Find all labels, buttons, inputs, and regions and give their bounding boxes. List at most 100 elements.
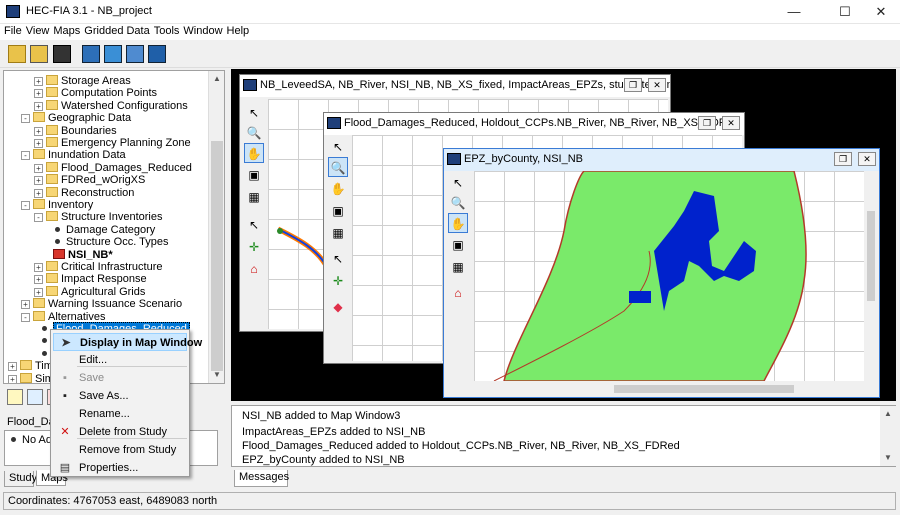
close-map-window-3[interactable]: ✕ [858,152,876,166]
zoom-tool-icon[interactable]: 🔍 [244,123,264,143]
open-folder-icon[interactable] [8,45,26,63]
collapse-icon[interactable]: - [21,312,30,322]
pan-tool-icon[interactable]: ✋ [328,179,348,199]
close-map-window-1[interactable]: ✕ [648,78,666,92]
h-scrollbar[interactable] [474,383,864,395]
zoom-tool-icon[interactable]: 🔍 [328,157,348,177]
menu-item-rename[interactable]: Rename... [53,405,187,423]
tree-node[interactable]: - Inventory [21,199,93,211]
tree-node[interactable]: - Structure Inventories [34,211,163,223]
tree-node[interactable]: + FDRed_wOrigXS [34,174,145,186]
new-folder-icon[interactable] [30,45,48,63]
pointer-tool-icon[interactable]: ↖ [244,103,264,123]
tree-node[interactable]: - Inundation Data [21,149,126,161]
collapse-icon[interactable]: - [34,213,43,223]
scroll-down-icon[interactable]: ▼ [209,367,225,383]
refresh-map-icon[interactable] [104,45,122,63]
collapse-icon[interactable]: - [21,201,30,210]
tree-node[interactable]: + Emergency Planning Zone [34,137,191,149]
point-tool-icon[interactable]: ✛ [328,271,348,291]
expand-icon[interactable]: + [8,362,17,372]
zoom-tool-icon[interactable]: 🔍 [448,193,468,213]
select-tool-icon[interactable]: ↖ [328,249,348,269]
expand-icon[interactable]: + [34,287,43,297]
scroll-up-icon[interactable]: ▲ [209,71,225,87]
minimize-button[interactable]: — [773,0,815,24]
pan-tool-icon[interactable]: ✋ [448,213,468,233]
tile-windows-icon[interactable] [148,45,166,63]
map-window-icon[interactable] [82,45,100,63]
restore-button[interactable]: ❐ [624,78,642,92]
tree-node[interactable]: + Computation Points [34,87,157,99]
tree-node[interactable]: Damage Category [47,224,155,236]
tree-node[interactable]: + Sim [8,372,54,383]
tab-messages[interactable]: Messages [234,470,289,487]
expand-icon[interactable]: + [34,89,43,99]
menu-maps[interactable]: Maps [49,24,80,37]
point-tool-icon[interactable]: ✛ [244,237,264,257]
close-map-window-2[interactable]: ✕ [722,116,740,130]
tree-node[interactable]: NSI_NB* [47,248,113,261]
expand-icon[interactable]: + [8,374,17,383]
info-tool-icon[interactable]: ▣ [244,165,264,185]
restore-button[interactable]: ❐ [834,152,852,166]
home-tool-icon[interactable]: ⌂ [448,283,468,303]
menu-help[interactable]: Help [223,24,250,37]
scroll-thumb[interactable] [614,385,794,393]
info-tool-icon[interactable]: ▣ [328,201,348,221]
edit-icon[interactable] [7,389,23,405]
expand-icon[interactable]: + [34,188,43,198]
pointer-tool-icon[interactable]: ↖ [448,173,468,193]
polygon-tool-icon[interactable]: ◆ [328,297,348,317]
message-log[interactable]: NSI_NB added to Map Window3 ImpactAreas_… [231,405,896,467]
collapse-icon[interactable]: - [21,151,30,161]
save-icon[interactable] [53,45,71,63]
v-scrollbar[interactable] [865,171,877,381]
expand-icon[interactable]: + [34,77,43,86]
tree-node[interactable]: + Critical Infrastructure [34,261,162,273]
grid-tool-icon[interactable]: ▦ [448,257,468,277]
close-button[interactable]: ✕ [860,0,900,24]
home-tool-icon[interactable]: ⌂ [244,259,264,279]
menu-tools[interactable]: Tools [150,24,180,37]
select-tool-icon[interactable]: ↖ [244,215,264,235]
expand-icon[interactable]: + [34,275,43,285]
menu-file[interactable]: File [0,24,22,37]
map-window-1-titlebar[interactable]: NB_LeveedSA, NB_River, NSI_NB, NB_XS_fix… [240,75,670,97]
map-window-3-titlebar[interactable]: EPZ_byCounty, NSI_NB ❐ ✕ [444,149,879,171]
restore-button[interactable]: ❐ [698,116,716,130]
menu-item-save[interactable]: ▪ Save [53,369,187,387]
expand-icon[interactable]: + [34,101,43,111]
tree-node[interactable]: - Geographic Data [21,112,131,124]
menu-gridded-data[interactable]: Gridded Data [80,24,149,37]
import-icon[interactable] [27,389,43,405]
menu-item-properties[interactable]: ▤ Properties... [53,459,187,477]
menu-item-display-in-map-window[interactable]: ➤ Display in Map Window [53,333,202,351]
pan-tool-icon[interactable]: ✋ [244,143,264,163]
tree-node[interactable]: + Boundaries [34,124,117,137]
tree-node[interactable]: + Reconstruction [34,186,134,199]
tree-node[interactable]: + Agricultural Grids [34,285,145,298]
collapse-icon[interactable]: - [21,114,30,124]
log-scrollbar[interactable]: ▲ ▼ [880,406,896,466]
map-window-3[interactable]: EPZ_byCounty, NSI_NB ❐ ✕ ↖ 🔍 ✋ ▣ ▦ ⌂ [443,148,880,398]
menu-window[interactable]: Window [179,24,222,37]
scroll-down-icon[interactable]: ▼ [880,450,896,466]
tree-node[interactable]: - Alternatives [21,310,105,323]
tab-study[interactable]: Study [4,471,37,487]
tree-node[interactable]: + Impact Response [34,273,147,285]
info-tool-icon[interactable]: ▣ [448,235,468,255]
expand-icon[interactable]: + [34,126,43,136]
tree-node[interactable]: Structure Occ. Types [47,236,169,248]
tree-scrollbar[interactable]: ▲ ▼ [208,71,224,383]
tree-node[interactable]: + Tim [8,360,53,372]
expand-icon[interactable]: + [21,300,30,310]
map-canvas-3[interactable] [474,170,864,382]
map-window-2-titlebar[interactable]: Flood_Damages_Reduced, Holdout_CCPs.NB_R… [324,113,744,135]
expand-icon[interactable]: + [34,139,43,148]
tree-node[interactable]: + Warning Issuance Scenario [21,298,182,310]
grid-tool-icon[interactable]: ▦ [244,187,264,207]
menu-item-save-as[interactable]: ▪ Save As... [53,387,187,405]
tree-node[interactable]: + Storage Areas [34,75,131,87]
expand-icon[interactable]: + [34,163,43,173]
